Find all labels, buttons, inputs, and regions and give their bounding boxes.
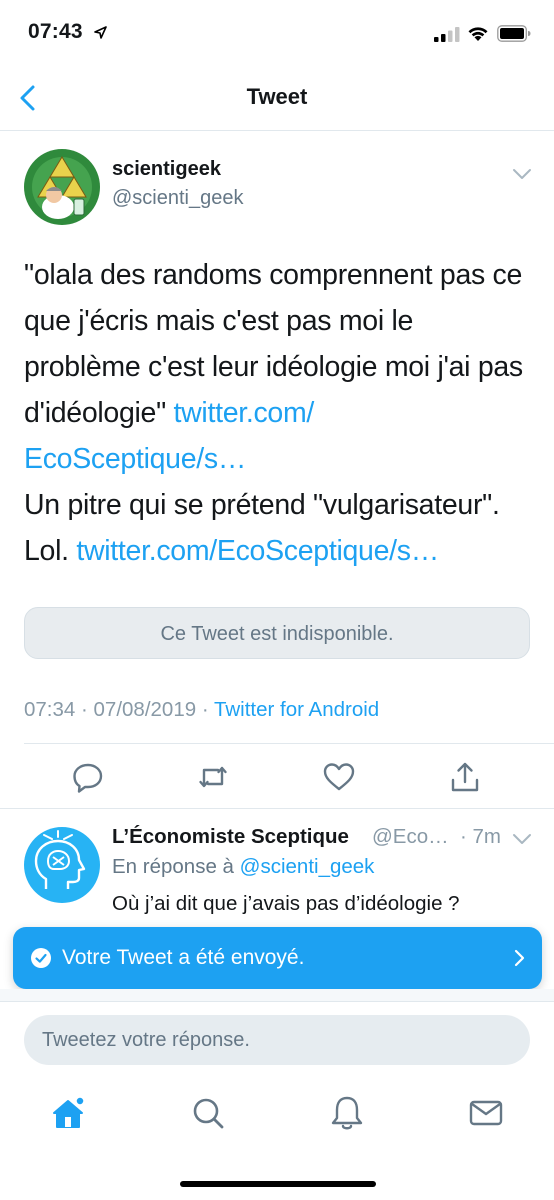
reply-input[interactable] [24, 1015, 530, 1065]
reply-text: Où j’ai dit que j’avais pas d’idéologie … [112, 892, 460, 915]
actions-divider [0, 808, 554, 809]
home-icon[interactable] [50, 1093, 86, 1133]
reply-context: En réponse à @scienti_geek [112, 855, 374, 879]
reply-icon[interactable] [71, 760, 105, 794]
page-title: Tweet [246, 84, 308, 109]
search-icon[interactable] [190, 1093, 226, 1133]
home-indicator [180, 1181, 376, 1187]
tweet-sent-toast[interactable]: Votre Tweet a été envoyé. [13, 927, 542, 989]
chevron-down-icon[interactable] [512, 167, 532, 181]
tweet-timestamp: 07:34 · 07/08/2019 · [24, 698, 214, 721]
author-handle[interactable]: @scienti_geek [112, 187, 243, 210]
tweet-text: "olala des randoms comprennent pas ce qu… [24, 252, 536, 574]
toast-message: Votre Tweet a été envoyé. [62, 946, 305, 969]
reply-to-label: En réponse à [112, 855, 240, 878]
messages-icon[interactable] [468, 1093, 504, 1133]
reply-author-handle[interactable]: @Eco… [372, 825, 449, 849]
meta-divider [24, 743, 554, 744]
reply-timestamp: · 7m [460, 825, 501, 848]
tweet-link-2[interactable]: twitter.com/EcoSceptique/s… [76, 535, 439, 567]
battery-icon [497, 25, 531, 42]
retweet-icon[interactable] [196, 760, 230, 794]
header-divider [0, 130, 554, 131]
cellular-signal-icon [434, 27, 460, 42]
chevron-down-icon[interactable] [512, 832, 532, 846]
quoted-tweet-unavailable: Ce Tweet est indisponible. [24, 607, 530, 659]
author-avatar[interactable] [24, 149, 100, 225]
location-arrow-icon [94, 26, 107, 39]
chevron-right-icon [514, 949, 525, 967]
tweet-client-link[interactable]: Twitter for Android [214, 698, 379, 721]
compose-separator [0, 989, 554, 1001]
status-time: 07:43 [28, 20, 83, 43]
check-circle-icon [31, 948, 51, 968]
notifications-icon[interactable] [329, 1093, 365, 1133]
tweet-meta: 07:34 · 07/08/2019 · Twitter for Android [24, 698, 379, 722]
compose-divider [0, 1001, 554, 1002]
reply-to-mention[interactable]: @scienti_geek [240, 855, 375, 878]
author-display-name[interactable]: scientigeek [112, 158, 221, 181]
wifi-icon [468, 27, 488, 41]
reply-author-name[interactable]: L’Économiste Sceptique [112, 825, 349, 849]
reply-author-avatar[interactable] [24, 827, 100, 903]
like-icon[interactable] [322, 760, 356, 794]
share-icon[interactable] [448, 760, 482, 794]
